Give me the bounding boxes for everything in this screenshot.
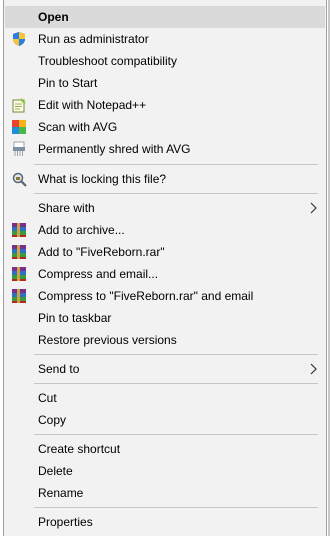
menu-item-label: Properties [38, 515, 93, 529]
menu-item-cut[interactable]: Cut [5, 387, 325, 409]
menu-item-label: Scan with AVG [38, 120, 118, 134]
menu-item-label: Add to archive... [38, 223, 125, 237]
menu-item-troubleshoot-compatibility[interactable]: Troubleshoot compatibility [5, 50, 325, 72]
menu-item-compress-to-rar-and-email[interactable]: Compress to "FiveReborn.rar" and email [5, 285, 325, 307]
menu-item-pin-to-start[interactable]: Pin to Start [5, 72, 325, 94]
menu-item-label: Edit with Notepad++ [38, 98, 147, 112]
menu-item-label: Rename [38, 486, 84, 500]
menu-item-shred-with-avg[interactable]: Permanently shred with AVG [5, 138, 325, 160]
menu-separator [34, 354, 318, 355]
menu-item-edit-with-notepad[interactable]: Edit with Notepad++ [5, 94, 325, 116]
menu-separator [34, 164, 318, 165]
menu-item-label: Run as administrator [38, 32, 149, 46]
menu-item-label: Pin to Start [38, 76, 98, 90]
menu-item-restore-previous-versions[interactable]: Restore previous versions [5, 329, 325, 351]
menu-item-label: Send to [38, 362, 80, 376]
menu-item-label: What is locking this file? [38, 172, 167, 186]
menu-item-label: Cut [38, 391, 57, 405]
menu-item-send-to[interactable]: Send to [5, 358, 325, 380]
menu-item-label: Share with [38, 201, 95, 215]
menu-item-what-is-locking[interactable]: What is locking this file? [5, 168, 325, 190]
avg-icon [11, 119, 27, 135]
notepad-plus-plus-icon [11, 97, 27, 113]
uac-shield-icon [11, 31, 27, 47]
chevron-right-icon [309, 361, 319, 377]
menu-item-label: Restore previous versions [38, 333, 177, 347]
menu-item-rename[interactable]: Rename [5, 482, 325, 504]
menu-item-label: Copy [38, 413, 67, 427]
menu-item-run-as-administrator[interactable]: Run as administrator [5, 28, 325, 50]
menu-item-pin-to-taskbar[interactable]: Pin to taskbar [5, 307, 325, 329]
menu-item-compress-and-email[interactable]: Compress and email... [5, 263, 325, 285]
lock-hunter-icon [11, 171, 27, 187]
menu-separator [34, 383, 318, 384]
menu-item-delete[interactable]: Delete [5, 460, 325, 482]
winrar-books-icon [11, 244, 27, 260]
menu-item-label: Permanently shred with AVG [38, 142, 191, 156]
menu-item-scan-with-avg[interactable]: Scan with AVG [5, 116, 325, 138]
context-menu: Open Run as administrator Troubleshoot c… [3, 0, 327, 536]
menu-item-add-to-archive[interactable]: Add to archive... [5, 219, 325, 241]
menu-item-label: Pin to taskbar [38, 311, 112, 325]
menu-item-label: Compress and email... [38, 267, 159, 281]
menu-item-label: Troubleshoot compatibility [38, 54, 177, 68]
menu-item-create-shortcut[interactable]: Create shortcut [5, 438, 325, 460]
menu-item-label: Open [38, 10, 69, 24]
chevron-right-icon [309, 200, 319, 216]
menu-item-label: Add to "FiveReborn.rar" [38, 245, 165, 259]
menu-item-properties[interactable]: Properties [5, 511, 325, 533]
menu-separator [34, 434, 318, 435]
winrar-books-icon [11, 266, 27, 282]
menu-item-label: Compress to "FiveReborn.rar" and email [38, 289, 254, 303]
winrar-books-icon [11, 288, 27, 304]
menu-item-open[interactable]: Open [5, 6, 325, 28]
menu-item-copy[interactable]: Copy [5, 409, 325, 431]
menu-separator [34, 507, 318, 508]
menu-item-label: Create shortcut [38, 442, 121, 456]
menu-item-share-with[interactable]: Share with [5, 197, 325, 219]
menu-separator [34, 193, 318, 194]
menu-item-label: Delete [38, 464, 73, 478]
menu-item-add-to-rar[interactable]: Add to "FiveReborn.rar" [5, 241, 325, 263]
winrar-books-icon [11, 222, 27, 238]
avg-shredder-icon [11, 141, 27, 157]
